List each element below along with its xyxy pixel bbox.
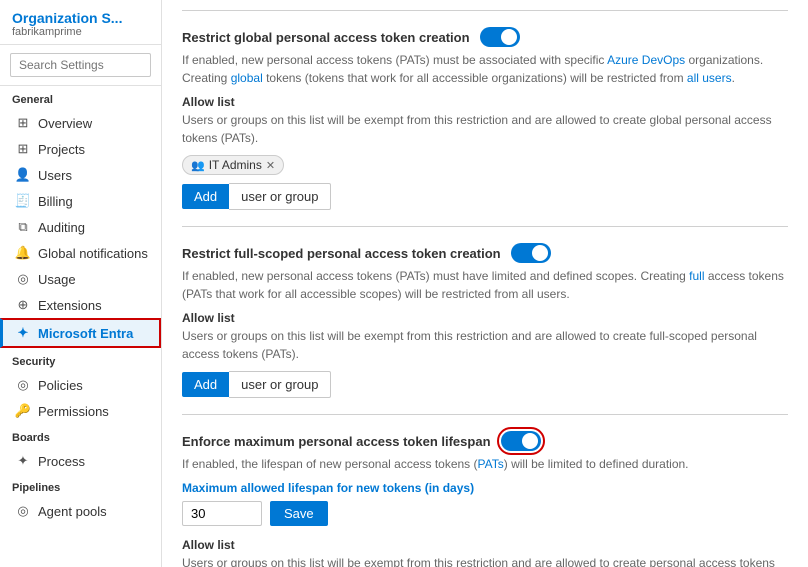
enforce-max-lifespan-header: Enforce maximum personal access token li… bbox=[182, 431, 788, 451]
auditing-icon: ⧉ bbox=[15, 219, 31, 235]
sidebar-item-label: Extensions bbox=[38, 298, 102, 313]
sidebar-item-label: Global notifications bbox=[38, 246, 148, 261]
restrict-full-scoped-pat-toggle[interactable] bbox=[511, 243, 551, 263]
restrict-full-scoped-pat-header: Restrict full-scoped personal access tok… bbox=[182, 243, 788, 263]
sidebar-item-auditing[interactable]: ⧉ Auditing bbox=[0, 214, 161, 240]
allow-list-label-3: Allow list bbox=[182, 538, 788, 552]
tag-group-icon: 👥 bbox=[191, 159, 205, 172]
policies-icon: ◎ bbox=[15, 377, 31, 393]
section-label-security: Security bbox=[0, 348, 161, 372]
toggle-track-2 bbox=[511, 243, 551, 263]
allow-list-label-2: Allow list bbox=[182, 311, 788, 325]
toggle-thumb bbox=[501, 29, 517, 45]
sidebar-item-label: Policies bbox=[38, 378, 83, 393]
sidebar-org-header: Organization S... fabrikamprime bbox=[0, 0, 161, 45]
sidebar-item-extensions[interactable]: ⊕ Extensions bbox=[0, 292, 161, 318]
sidebar-item-permissions[interactable]: 🔑 Permissions bbox=[0, 398, 161, 424]
restrict-full-scoped-pat-desc: If enabled, new personal access tokens (… bbox=[182, 267, 788, 303]
max-lifespan-label: Maximum allowed lifespan for new tokens … bbox=[182, 481, 788, 495]
restrict-global-pat-title: Restrict global personal access token cr… bbox=[182, 30, 470, 45]
tag-label: IT Admins bbox=[209, 158, 262, 172]
allow-list-desc-3: Users or groups on this list will be exe… bbox=[182, 554, 788, 567]
sidebar-item-label: Auditing bbox=[38, 220, 85, 235]
sidebar-item-label: Agent pools bbox=[38, 504, 107, 519]
add-user-group-btn-2: Add user or group bbox=[182, 371, 788, 398]
sidebar-item-microsoft-entra[interactable]: ✦ Microsoft Entra bbox=[0, 318, 161, 348]
sidebar-search-container bbox=[0, 45, 161, 86]
allow-list-desc-1: Users or groups on this list will be exe… bbox=[182, 111, 788, 147]
add-button-2[interactable]: Add bbox=[182, 372, 229, 397]
sidebar-item-label: Users bbox=[38, 168, 72, 183]
restrict-global-pat-desc: If enabled, new personal access tokens (… bbox=[182, 51, 788, 87]
add-user-group-btn-1: Add user or group bbox=[182, 183, 788, 210]
sidebar-item-users[interactable]: 👤 Users bbox=[0, 162, 161, 188]
sidebar-item-process[interactable]: ✦ Process bbox=[0, 448, 161, 474]
sidebar-item-label: Projects bbox=[38, 142, 85, 157]
save-button[interactable]: Save bbox=[270, 501, 328, 526]
allow-list-label-1: Allow list bbox=[182, 95, 788, 109]
restrict-global-pat-header: Restrict global personal access token cr… bbox=[182, 27, 788, 47]
section-label-pipelines: Pipelines bbox=[0, 474, 161, 498]
section-label-general: General bbox=[0, 86, 161, 110]
billing-icon: 🧾 bbox=[15, 193, 31, 209]
restrict-global-pat-toggle[interactable] bbox=[480, 27, 520, 47]
sidebar-item-label: Billing bbox=[38, 194, 73, 209]
agent-pools-icon: ◎ bbox=[15, 503, 31, 519]
sidebar-item-overview[interactable]: ⊞ Overview bbox=[0, 110, 161, 136]
sidebar-item-usage[interactable]: ◎ Usage bbox=[0, 266, 161, 292]
microsoft-entra-icon: ✦ bbox=[15, 325, 31, 341]
overview-icon: ⊞ bbox=[15, 115, 31, 131]
user-or-group-button-2[interactable]: user or group bbox=[229, 371, 331, 398]
extensions-icon: ⊕ bbox=[15, 297, 31, 313]
enforce-max-lifespan-desc: If enabled, the lifespan of new personal… bbox=[182, 455, 788, 473]
toggle-thumb-3 bbox=[522, 433, 538, 449]
max-lifespan-input[interactable] bbox=[182, 501, 262, 526]
projects-icon: ⊞ bbox=[15, 141, 31, 157]
main-content: Restrict global personal access token cr… bbox=[162, 0, 808, 567]
enforce-max-lifespan-toggle[interactable] bbox=[501, 431, 541, 451]
toggle-thumb-2 bbox=[532, 245, 548, 261]
toggle-track bbox=[480, 27, 520, 47]
sidebar-item-label: Process bbox=[38, 454, 85, 469]
add-button-1[interactable]: Add bbox=[182, 184, 229, 209]
sidebar-item-label: Overview bbox=[38, 116, 92, 131]
restrict-full-scoped-pat-title: Restrict full-scoped personal access tok… bbox=[182, 246, 501, 261]
permissions-icon: 🔑 bbox=[15, 403, 31, 419]
max-lifespan-input-row: Save bbox=[182, 501, 788, 526]
tag-close-icon[interactable]: ✕ bbox=[266, 159, 275, 172]
user-or-group-button-1[interactable]: user or group bbox=[229, 183, 331, 210]
org-name: Organization S... bbox=[12, 10, 149, 26]
sidebar-item-agent-pools[interactable]: ◎ Agent pools bbox=[0, 498, 161, 524]
sidebar-item-label: Microsoft Entra bbox=[38, 326, 133, 341]
section-label-boards: Boards bbox=[0, 424, 161, 448]
allow-list-desc-2: Users or groups on this list will be exe… bbox=[182, 327, 788, 363]
sidebar-item-projects[interactable]: ⊞ Projects bbox=[0, 136, 161, 162]
sidebar: Organization S... fabrikamprime General … bbox=[0, 0, 162, 567]
tag-it-admins: 👥 IT Admins ✕ bbox=[182, 155, 284, 175]
toggle-track-3 bbox=[501, 431, 541, 451]
sidebar-item-billing[interactable]: 🧾 Billing bbox=[0, 188, 161, 214]
sidebar-item-label: Permissions bbox=[38, 404, 109, 419]
search-input[interactable] bbox=[10, 53, 151, 77]
process-icon: ✦ bbox=[15, 453, 31, 469]
divider-1 bbox=[182, 226, 788, 227]
restrict-global-pat-block: Restrict global personal access token cr… bbox=[182, 27, 788, 210]
sidebar-item-global-notifications[interactable]: 🔔 Global notifications bbox=[0, 240, 161, 266]
sidebar-item-label: Usage bbox=[38, 272, 76, 287]
enforce-max-lifespan-title: Enforce maximum personal access token li… bbox=[182, 434, 491, 449]
sidebar-item-policies[interactable]: ◎ Policies bbox=[0, 372, 161, 398]
top-divider bbox=[182, 10, 788, 11]
users-icon: 👤 bbox=[15, 167, 31, 183]
divider-2 bbox=[182, 414, 788, 415]
tag-container-1: 👥 IT Admins ✕ bbox=[182, 155, 788, 175]
enforce-max-lifespan-block: Enforce maximum personal access token li… bbox=[182, 431, 788, 567]
global-notifications-icon: 🔔 bbox=[15, 245, 31, 261]
org-sub: fabrikamprime bbox=[12, 26, 149, 38]
restrict-full-scoped-pat-block: Restrict full-scoped personal access tok… bbox=[182, 243, 788, 398]
usage-icon: ◎ bbox=[15, 271, 31, 287]
